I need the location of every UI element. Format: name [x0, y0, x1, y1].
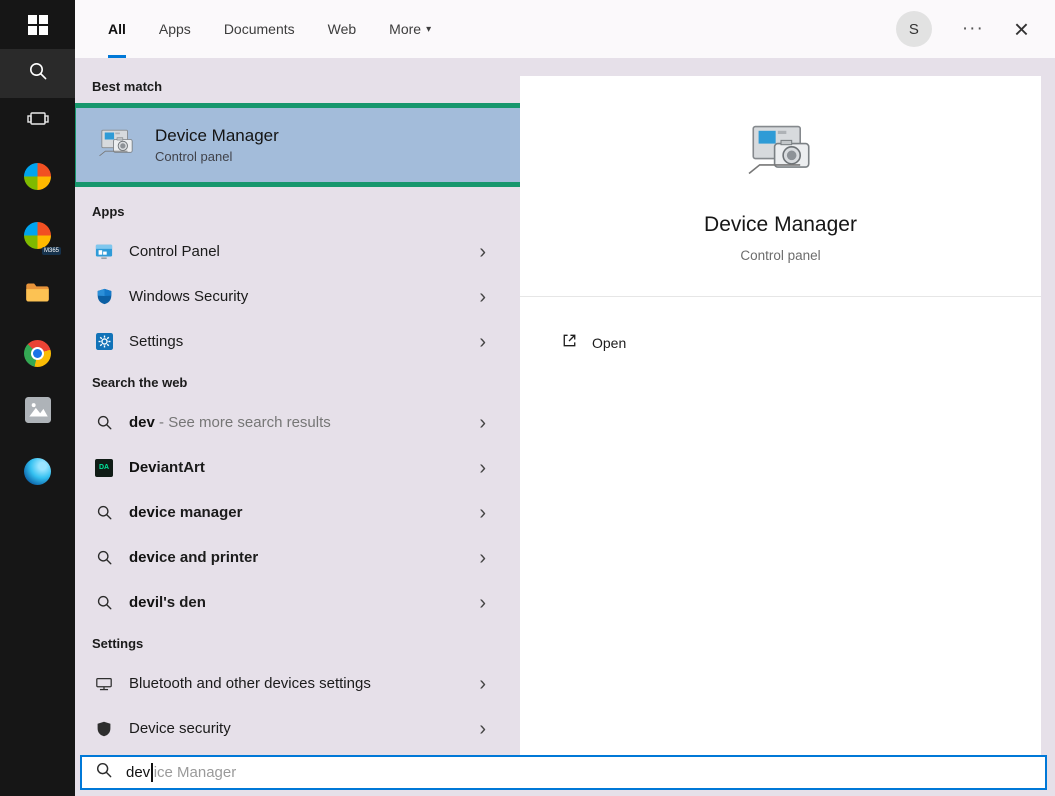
tab-more[interactable]: More ▾ [389, 0, 431, 58]
folder-app-button[interactable] [0, 265, 75, 324]
search-input[interactable]: dev ice Manager [80, 755, 1047, 790]
chevron-right-icon[interactable]: › [479, 332, 486, 352]
close-icon[interactable]: × [1014, 16, 1029, 42]
search-icon [92, 414, 116, 431]
task-view-icon [27, 110, 49, 135]
chevron-down-icon: ▾ [426, 24, 431, 35]
search-results-panel: Best match Device Manager Control panel … [75, 58, 520, 748]
shield-icon [92, 721, 116, 737]
web-suggestion-deviantart[interactable]: DA DeviantArt › [75, 445, 520, 490]
web-suggestion-device-manager[interactable]: device manager › [75, 490, 520, 535]
best-match-label: Best match [75, 74, 520, 98]
chevron-right-icon[interactable]: › [479, 719, 486, 739]
avatar[interactable]: S [896, 11, 932, 47]
chevron-right-icon[interactable]: › [479, 503, 486, 523]
tab-apps[interactable]: Apps [159, 0, 191, 58]
edge-app-button[interactable] [0, 442, 75, 501]
search-query-text: dev ice Manager [126, 763, 236, 782]
preview-title: Device Manager [704, 213, 857, 237]
start-button[interactable] [0, 0, 75, 49]
divider [520, 296, 1041, 297]
chrome-icon [24, 340, 51, 367]
more-options-icon[interactable]: ··· [962, 18, 984, 40]
chevron-right-icon[interactable]: › [479, 593, 486, 613]
result-item-control-panel[interactable]: Control Panel › [75, 229, 520, 274]
photos-app-button[interactable] [0, 383, 75, 442]
chevron-right-icon[interactable]: › [479, 242, 486, 262]
web-section-label: Search the web [75, 364, 520, 400]
folder-icon [24, 279, 51, 311]
best-match-subtitle: Control panel [155, 149, 279, 164]
chrome-app-button[interactable] [0, 324, 75, 383]
tab-web[interactable]: Web [328, 0, 357, 58]
chevron-right-icon[interactable]: › [479, 674, 486, 694]
web-suggestion-device-and-printer[interactable]: device and printer › [75, 535, 520, 580]
gear-icon [92, 333, 116, 350]
chevron-right-icon[interactable]: › [479, 458, 486, 478]
office-app-button[interactable] [0, 147, 75, 206]
microsoft-365-icon [24, 222, 51, 249]
apps-section-label: Apps [75, 193, 520, 229]
chevron-right-icon[interactable]: › [479, 287, 486, 307]
microsoft-365-app-button[interactable]: M365 [0, 206, 75, 265]
result-item-settings[interactable]: Settings › [75, 319, 520, 364]
m365-badge: M365 [42, 247, 61, 255]
inline-suggestion: ice Manager [154, 764, 237, 781]
chevron-right-icon[interactable]: › [479, 548, 486, 568]
search-icon [28, 61, 48, 86]
annotation-highlight-box: Device Manager Control panel [71, 103, 553, 187]
devices-icon [92, 675, 116, 693]
taskbar: M365 [0, 0, 75, 796]
shield-icon [92, 288, 116, 305]
device-manager-icon [96, 125, 138, 166]
result-item-device-security[interactable]: Device security › [75, 706, 520, 751]
tab-all[interactable]: All [108, 0, 126, 58]
preview-pane: Device Manager Control panel Open [520, 76, 1041, 755]
web-suggestion-dev[interactable]: dev - See more search results › [75, 400, 520, 445]
settings-section-label: Settings [75, 625, 520, 661]
deviantart-icon: DA [92, 459, 116, 477]
search-filter-tabs: All Apps Documents Web More ▾ [108, 0, 431, 58]
windows-logo-icon [28, 15, 48, 35]
office-icon [24, 163, 51, 190]
device-manager-icon [742, 118, 820, 187]
search-icon [92, 594, 116, 611]
text-cursor [151, 763, 153, 782]
control-panel-icon [92, 243, 116, 261]
result-item-windows-security[interactable]: Windows Security › [75, 274, 520, 319]
search-icon [95, 761, 113, 784]
taskbar-search-button[interactable] [0, 49, 75, 98]
best-match-item-device-manager[interactable]: Device Manager Control panel [76, 108, 548, 182]
result-item-bluetooth-devices-settings[interactable]: Bluetooth and other devices settings › [75, 661, 520, 706]
search-icon [92, 549, 116, 566]
photos-icon [25, 397, 51, 428]
task-view-button[interactable] [0, 98, 75, 147]
web-suggestion-devils-den[interactable]: devil's den › [75, 580, 520, 625]
search-header: All Apps Documents Web More ▾ S ··· × [75, 0, 1055, 58]
windows-search-screen: M365 All Apps Documents Web More [0, 0, 1055, 796]
search-icon [92, 504, 116, 521]
header-right-controls: S ··· × [896, 11, 1029, 47]
open-action[interactable]: Open [560, 331, 626, 355]
chevron-right-icon[interactable]: › [479, 413, 486, 433]
open-external-icon [560, 331, 579, 355]
open-label: Open [592, 335, 626, 351]
tab-documents[interactable]: Documents [224, 0, 295, 58]
edge-icon [24, 458, 51, 485]
best-match-text: Device Manager Control panel [155, 126, 279, 164]
best-match-title: Device Manager [155, 126, 279, 146]
typed-query: dev [126, 764, 150, 781]
preview-subtitle: Control panel [740, 248, 820, 263]
